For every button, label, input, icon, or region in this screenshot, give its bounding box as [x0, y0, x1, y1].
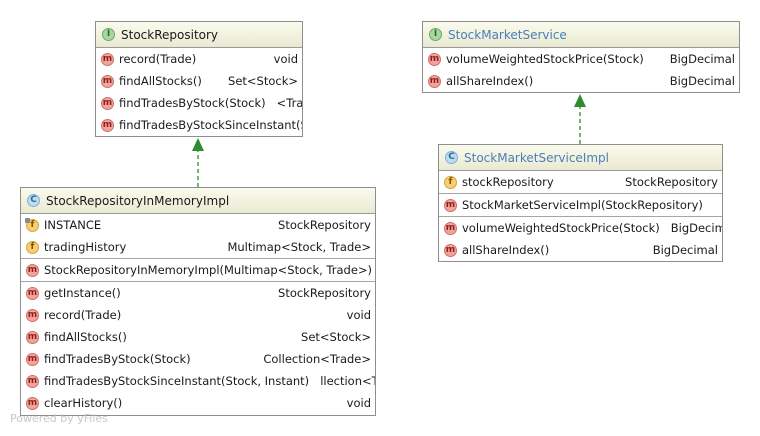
- edges-layer: [192, 94, 586, 187]
- edge-implements-stock-repository[interactable]: [192, 138, 204, 187]
- watermark: Powered by yFiles: [10, 412, 108, 425]
- arrowhead-icon: [192, 138, 204, 151]
- arrowhead-icon: [574, 94, 586, 107]
- edge-implements-stock-market-service[interactable]: [574, 94, 586, 144]
